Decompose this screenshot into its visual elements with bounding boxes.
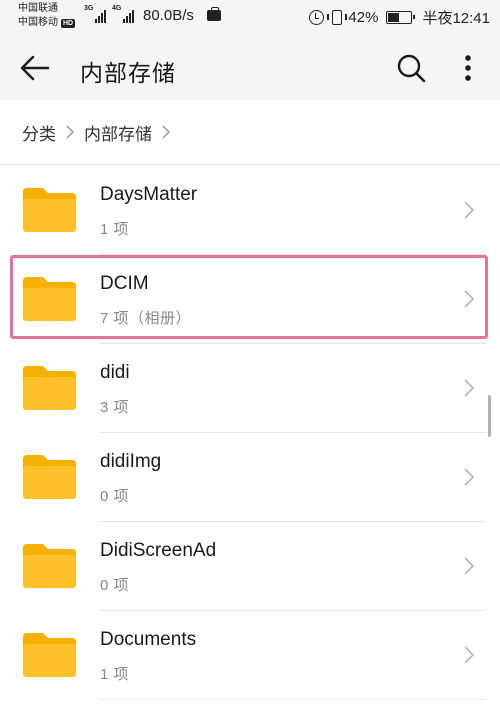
folder-row-dcim[interactable]: DCIM 7 项（相册）: [0, 255, 500, 344]
folder-name: Documents: [100, 629, 197, 650]
folder-item-count: 1 项: [100, 221, 130, 238]
page-title: 内部存储: [80, 60, 176, 86]
folder-icon: [23, 455, 76, 499]
battery-percent: 42%: [348, 9, 379, 26]
folder-item-count: 7 项（相册）: [100, 310, 192, 327]
signal-icon-2: 4G: [112, 5, 134, 23]
breadcrumb-item-internal-storage[interactable]: 内部存储: [84, 120, 152, 145]
carrier-1: 中国联通: [18, 3, 58, 14]
chevron-right-icon: [464, 379, 475, 397]
breadcrumb-item-category[interactable]: 分类: [22, 120, 56, 145]
folder-icon: [23, 633, 76, 677]
folder-item-count: 0 项: [100, 577, 130, 594]
briefcase-icon: [207, 7, 221, 21]
back-arrow-icon: [20, 55, 50, 81]
network-speed: 80.0B/s: [143, 7, 194, 24]
more-options-button[interactable]: [455, 50, 481, 86]
network-type-1: 3G: [84, 5, 94, 12]
back-button[interactable]: [14, 48, 54, 88]
carrier-info: 中国联通 中国移动 HD: [18, 2, 76, 30]
signal-icon-1: 3G: [84, 5, 106, 23]
folder-row-didiimg[interactable]: didiImg 0 项: [0, 433, 500, 522]
network-type-2: 4G: [112, 5, 122, 12]
status-bar: 中国联通 中国移动 HD 3G 4G 80.0B/s 42% 半夜12:41: [0, 0, 500, 36]
folder-icon: [23, 277, 76, 321]
folder-icon: [23, 544, 76, 588]
alarm-icon: [309, 10, 325, 25]
folder-item-count: 3 项: [100, 399, 130, 416]
battery-icon: [386, 11, 416, 24]
chevron-right-icon: [464, 468, 475, 486]
chevron-right-icon: [464, 290, 475, 308]
search-button[interactable]: [393, 50, 429, 86]
folder-row-didi[interactable]: didi 3 项: [0, 344, 500, 433]
vibrate-icon: [327, 10, 348, 25]
hd-badge: HD: [61, 18, 76, 28]
app-header: 内部存储: [0, 36, 500, 100]
scrollbar[interactable]: [488, 395, 491, 437]
folder-name: DaysMatter: [100, 184, 198, 205]
breadcrumb-chevron-icon: [56, 122, 84, 142]
carrier-2: 中国移动: [18, 17, 58, 28]
folder-list: DaysMatter 1 项 DCIM 7 项（相册） didi 3 项 did…: [0, 166, 500, 700]
folder-item-count: 0 项: [100, 488, 130, 505]
folder-item-count: 1 项: [100, 666, 130, 683]
chevron-right-icon: [464, 201, 475, 219]
chevron-right-icon: [464, 557, 475, 575]
folder-name: didiImg: [100, 451, 162, 472]
folder-name: didi: [100, 362, 130, 383]
folder-row-didiscreenad[interactable]: DidiScreenAd 0 项: [0, 522, 500, 611]
more-vert-icon: [465, 55, 471, 81]
breadcrumb: 分类 内部存储: [0, 100, 500, 165]
breadcrumb-chevron-icon: [152, 122, 180, 142]
folder-name: DCIM: [100, 273, 149, 294]
folder-name: DidiScreenAd: [100, 540, 217, 561]
folder-row-documents[interactable]: Documents 1 项: [0, 611, 500, 700]
folder-icon: [23, 188, 76, 232]
folder-row-daysmatter[interactable]: DaysMatter 1 项: [0, 166, 500, 255]
folder-icon: [23, 366, 76, 410]
signal-indicators: 3G 4G: [84, 5, 134, 23]
chevron-right-icon: [464, 646, 475, 664]
search-icon: [397, 54, 426, 83]
clock: 半夜12:41: [422, 10, 490, 27]
